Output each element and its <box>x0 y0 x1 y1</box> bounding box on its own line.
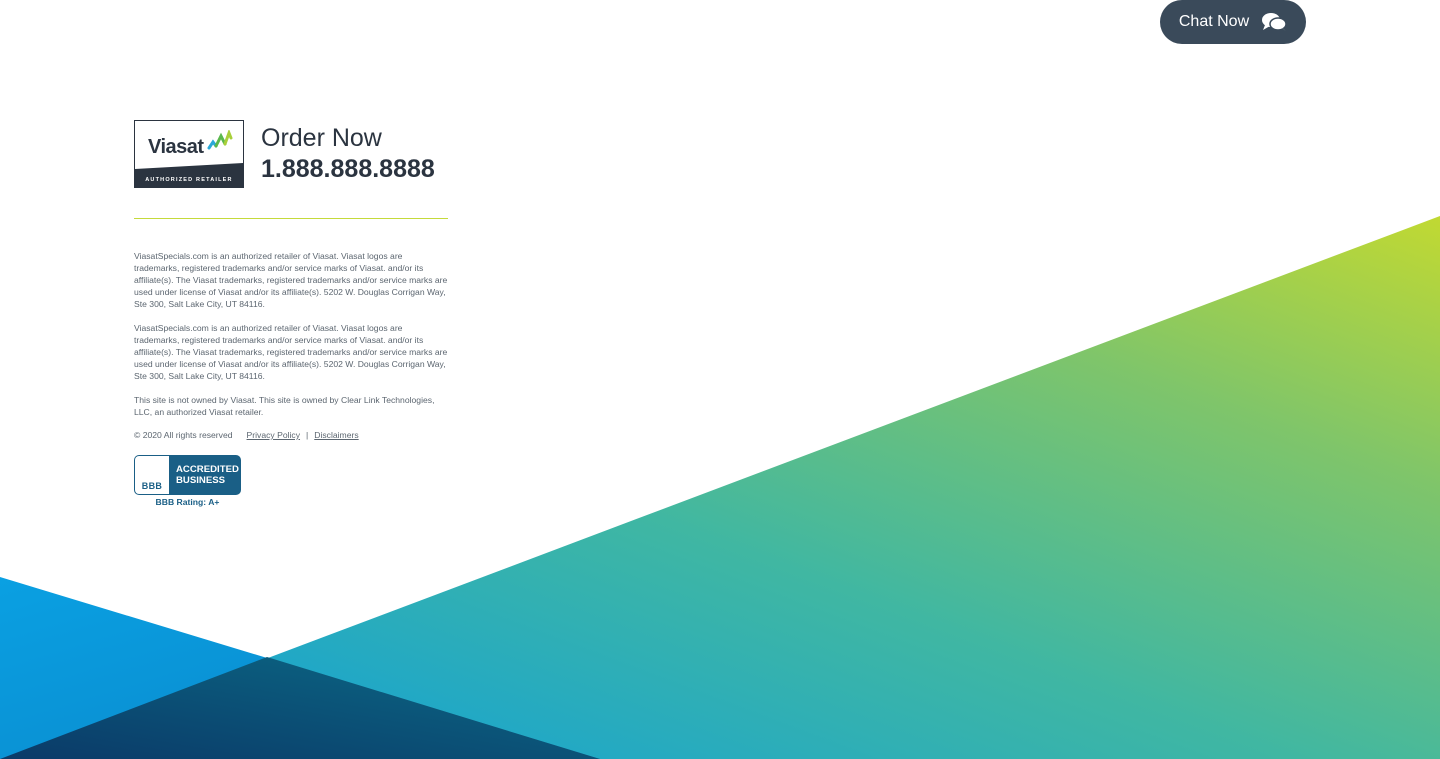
legal-paragraph-1: ViasatSpecials.com is an authorized reta… <box>134 251 448 309</box>
brand-row: Viasat AUTHORIZED RETAILER Order Now 1.8… <box>134 120 448 188</box>
copyright-text: © 2020 All rights reserved <box>134 430 233 440</box>
phone-number-link[interactable]: 1.888.888.8888 <box>261 153 435 185</box>
logo-wordmark: Viasat <box>148 136 204 158</box>
legal-paragraph-3: This site is not owned by Viasat. This s… <box>134 395 435 417</box>
bbb-badge-box: BBB ACCREDITED BUSINESS <box>134 455 241 495</box>
authorized-retailer-badge: AUTHORIZED RETAILER <box>145 177 233 183</box>
chat-bubbles-icon <box>1262 13 1287 31</box>
signal-wave-icon <box>207 130 233 150</box>
viasat-logo[interactable]: Viasat AUTHORIZED RETAILER <box>134 120 244 188</box>
page: Chat Now Viasat AUTHORIZED RETAILER Orde… <box>0 0 1440 759</box>
disclaimers-link[interactable]: Disclaimers <box>314 429 358 441</box>
chat-now-label: Chat Now <box>1178 13 1250 30</box>
bbb-torch-logo: BBB <box>135 456 169 494</box>
copyright-row: © 2020 All rights reserved Privacy Polic… <box>134 429 448 441</box>
logo-badge-band <box>135 163 243 187</box>
legal-text: ViasatSpecials.com is an authorized reta… <box>134 250 448 441</box>
bbb-line-business: BUSINESS <box>176 475 226 486</box>
privacy-policy-link[interactable]: Privacy Policy <box>247 429 300 441</box>
bbb-accredited-badge[interactable]: BBB ACCREDITED BUSINESS BBB Rating: A+ <box>134 455 241 509</box>
green-divider <box>134 218 448 219</box>
order-block: Order Now 1.888.888.8888 <box>261 123 435 185</box>
footer: Viasat AUTHORIZED RETAILER Order Now 1.8… <box>134 120 448 509</box>
bbb-accreditation-text: ACCREDITED BUSINESS <box>176 464 239 486</box>
legal-paragraph-2: ViasatSpecials.com is an authorized reta… <box>134 323 448 381</box>
bbb-logo-text: BBB <box>141 481 163 491</box>
chat-now-button[interactable]: Chat Now <box>1160 0 1306 44</box>
link-separator: | <box>306 430 309 440</box>
bbb-rating: BBB Rating: A+ <box>155 497 220 507</box>
bbb-line-accredited: ACCREDITED <box>176 464 239 475</box>
order-now-label: Order Now <box>261 124 382 152</box>
